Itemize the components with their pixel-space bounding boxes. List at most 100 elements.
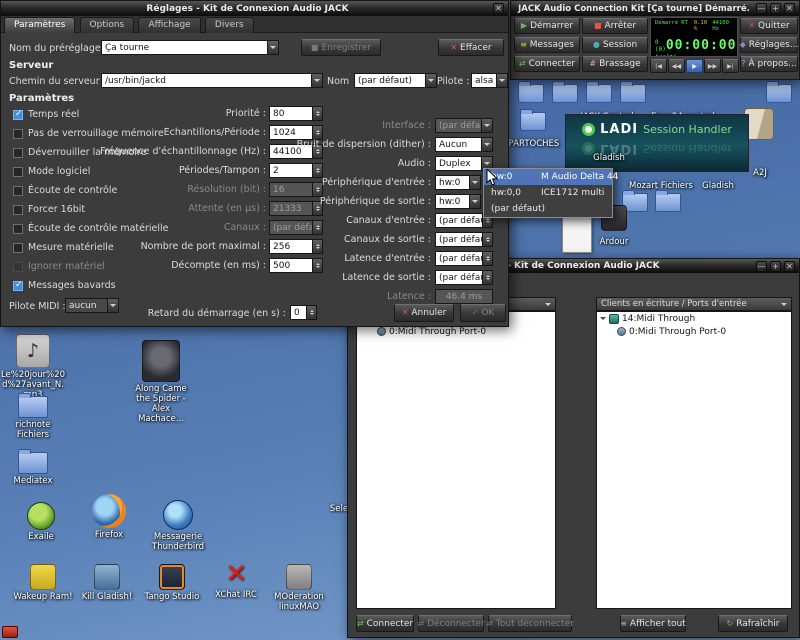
checkbox-icon[interactable] [13,148,23,158]
desktop-icon-firefox[interactable]: Firefox [78,494,140,540]
tab-parametres[interactable]: Paramètres [4,17,75,33]
server-name-combo[interactable]: (par défaut) [354,73,437,88]
folder-icon[interactable] [655,193,681,212]
dither-combo[interactable]: Aucun [435,137,493,152]
checkbox-icon[interactable] [13,224,23,234]
desktop-label-gladish-1[interactable]: Gladish [586,153,632,163]
desktop-icon-image-file[interactable]: Along Came the Spider - Alex Machace... [128,340,194,424]
messages-button[interactable]: ≡Messages [514,37,580,53]
chevron-down-icon[interactable] [311,74,322,87]
ok-button[interactable]: ✓OK [460,304,506,322]
tab-affichage[interactable]: Affichage [138,17,200,33]
midi-driver-combo[interactable]: aucun [65,298,119,313]
spinner-arrows-icon[interactable] [482,233,492,246]
desktop-icon-richnote[interactable]: richnote Fichiers [2,396,64,440]
minimize-button[interactable]: — [756,261,767,272]
expand-all-button[interactable]: ≡Afficher tout [620,615,686,632]
output-ports-tree[interactable]: 14:Midi Through 0:Midi Through Port-0 [356,311,556,609]
desktop-icon-mediatex[interactable]: Mediatex [2,452,64,486]
desktop-icon-moderation[interactable]: MOderation linuxMAO [262,564,336,612]
spinner-arrows-icon[interactable] [482,271,492,284]
preset-name-combo[interactable]: Ça tourne [101,40,279,55]
folder-icon[interactable] [552,84,578,103]
checkbox-icon[interactable] [13,262,23,272]
client-row[interactable]: 14:Midi Through [597,312,791,325]
spinner-arrows-icon[interactable] [306,306,316,319]
red-status-icon[interactable] [2,626,18,638]
cancel-button[interactable]: ✕Annuler [394,304,454,322]
device-menu-item-hw0[interactable]: hw:0 M Audio Delta 44 [484,169,612,185]
chevron-down-icon[interactable] [469,176,480,189]
spinner-arrows-icon[interactable] [312,107,322,120]
desktop-icon-xchat[interactable]: ✕ XChat IRC [204,560,268,600]
transport-rewind-button[interactable]: |◀ [650,59,667,73]
disconnect-all-button[interactable]: ⇄Tout déconnecter [488,615,572,632]
outlatency-spinner[interactable]: (par défaut) [435,270,493,285]
save-preset-button[interactable]: ■Enregistrer [301,39,381,56]
patchbay-button[interactable]: #Brassage [582,56,648,72]
transport-forward-button[interactable]: ▶▶ [704,59,721,73]
desktop-icon-tango-studio[interactable]: Tango Studio [138,564,206,602]
transport-backward-button[interactable]: ◀◀ [668,59,685,73]
close-button[interactable]: ✕ [784,261,795,272]
checkbox-ignorer-materiel[interactable]: Ignorer matériel [13,260,105,273]
interface-combo[interactable]: (par défaut) [435,118,493,133]
tab-options[interactable]: Options [80,17,135,33]
delete-preset-button[interactable]: ✕Effacer [438,39,504,56]
desktop-label-ardour[interactable]: Ardour [592,237,636,247]
chevron-down-icon[interactable] [267,41,278,54]
folder-icon[interactable] [518,84,544,103]
connect-button[interactable]: ⇄Connecter [514,56,580,72]
stop-button[interactable]: ■Arrêter [582,18,648,34]
start-button[interactable]: ▶Démarrer [514,18,580,34]
writable-clients-header[interactable]: Clients en écriture / Ports d'entrée [596,297,792,311]
checkbox-icon[interactable] [13,110,23,120]
checkbox-forcer-16bit[interactable]: Forcer 16bit [13,203,85,216]
chevron-down-icon[interactable] [107,299,118,312]
folder-icon[interactable] [586,84,612,103]
session-button[interactable]: ●Session [582,37,648,53]
jack-main-titlebar[interactable]: JACK Audio Connection Kit [Ça tourne] Dé… [511,1,799,16]
folder-icon[interactable] [766,84,792,103]
folder-icon[interactable] [520,112,546,131]
driver-combo[interactable]: alsa [471,73,508,88]
folder-icon[interactable] [620,84,646,103]
about-button[interactable]: ?À propos... [740,56,798,72]
spinner-arrows-icon[interactable] [482,252,492,265]
checkbox-icon[interactable] [13,129,23,139]
maximize-button[interactable]: + [770,261,781,272]
close-button[interactable]: ✕ [493,3,504,14]
input-ports-tree[interactable]: 14:Midi Through 0:Midi Through Port-0 [596,311,792,609]
indevice-combo[interactable]: hw:0 [435,175,481,190]
checkbox-temps-reel[interactable]: Temps réel [13,108,79,121]
checkbox-icon[interactable] [13,205,23,215]
tab-divers[interactable]: Divers [205,17,254,33]
device-menu-item-default[interactable]: (par défaut) [484,201,612,217]
checkbox-icon[interactable] [13,243,23,253]
device-menu-item-hw00[interactable]: hw:0,0 ICE1712 multi [484,185,612,201]
inlatency-spinner[interactable]: (par défaut) [435,251,493,266]
chevron-down-icon[interactable] [425,74,436,87]
port-row[interactable]: 0:Midi Through Port-0 [597,325,791,338]
desktop-icon-exaile[interactable]: Exaile [12,502,70,542]
transport-end-button[interactable]: ▶| [722,59,739,73]
outchannels-spinner[interactable]: (par défaut) [435,232,493,247]
transport-play-button[interactable]: ▶ [686,59,703,73]
desktop-label-gladish-2[interactable]: Gladish [697,181,739,191]
desktop-icon-mp3[interactable]: ♪ Le%20jour%20d%27avant_N.mp3 [0,334,66,400]
desktop-icon-wakeup-ram[interactable]: Wakeup Ram! [8,564,78,602]
chevron-down-icon[interactable] [481,138,492,151]
checkbox-icon[interactable] [13,186,23,196]
settings-titlebar[interactable]: Réglages - Kit de Connexion Audio JACK ✕ [1,1,508,16]
disconnect-ports-button[interactable]: ⇄Déconnecter [418,615,484,632]
chevron-down-icon[interactable] [469,195,480,208]
checkbox-icon[interactable] [13,167,23,177]
chevron-down-icon[interactable] [496,74,507,87]
maximize-button[interactable]: + [770,3,781,14]
checkbox-messages-bavards[interactable]: Messages bavards [13,279,116,292]
outdevice-combo[interactable]: hw:0 [435,194,481,209]
refresh-button[interactable]: ↻Rafraîchir [718,615,788,632]
desktop-icon-thunderbird[interactable]: Messagerie Thunderbird [140,500,216,552]
checkbox-mode-logiciel[interactable]: Mode logiciel [13,165,90,178]
checkbox-icon[interactable] [13,281,23,291]
